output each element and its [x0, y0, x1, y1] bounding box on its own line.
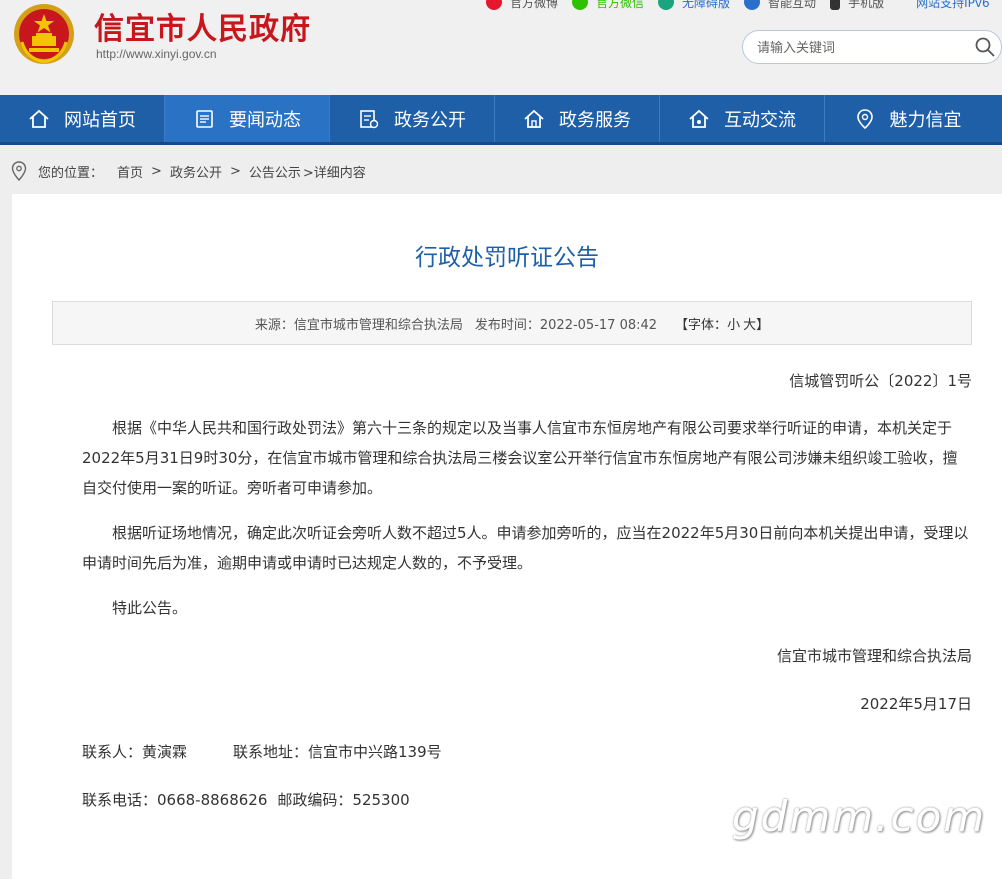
- article-title: 行政处罚听证公告: [415, 245, 599, 271]
- weibo-icon: [486, 0, 502, 10]
- nav-item-gov-service[interactable]: 政务服务: [495, 95, 660, 142]
- location-icon: [856, 108, 873, 129]
- ipv6-badge: 网站支持IPv6: [916, 0, 990, 10]
- site-header: 信宜市人民政府 http://www.xinyi.gov.cn 官方微博 官方微…: [0, 0, 1002, 95]
- font-large-button[interactable]: 大: [743, 318, 756, 333]
- article-container: 行政处罚听证公告 来源：信宜市城市管理和综合执法局 发布时间：2022-05-1…: [12, 194, 1002, 879]
- home-icon: [29, 109, 49, 128]
- paragraph: 根据《中华人民共和国行政处罚法》第六十三条的规定以及当事人信宜市东恒房地产有限公…: [82, 419, 958, 497]
- signature: 信宜市城市管理和综合执法局: [776, 647, 972, 665]
- postal-code: 邮政编码：525300: [277, 791, 410, 809]
- top-link-accessibility[interactable]: 无障碍版: [658, 0, 730, 10]
- national-emblem-icon: [14, 4, 74, 64]
- contact-address: 联系地址：信宜市中兴路139号: [233, 743, 442, 761]
- nav-item-gov-affairs[interactable]: 政务公开: [330, 95, 495, 142]
- search-box: [742, 30, 1002, 64]
- top-link-weibo[interactable]: 官方微博: [486, 0, 558, 10]
- nav-item-home[interactable]: 网站首页: [0, 95, 165, 142]
- search-input[interactable]: [757, 38, 957, 58]
- contact-person: 联系人：黄演霖: [82, 743, 188, 761]
- breadcrumb-separator: >: [151, 163, 162, 179]
- document-icon: [360, 109, 379, 128]
- service-icon: [524, 109, 544, 128]
- top-links: 官方微博 官方微信 无障碍版 智能互动 手机版 网站支持IPv6: [486, 0, 1002, 10]
- breadcrumb: 您的位置： 首页 > 政务公开 > 公告公示 >详细内容: [0, 155, 374, 187]
- nav-item-charm[interactable]: 魅力信宜: [825, 95, 990, 142]
- top-link-robot[interactable]: 智能互动: [744, 0, 816, 10]
- interaction-icon: [689, 109, 709, 128]
- breadcrumb-separator: >: [229, 163, 241, 179]
- wechat-icon: [572, 0, 589, 10]
- article-source: 来源：信宜市城市管理和综合执法局: [254, 317, 463, 333]
- breadcrumb-prefix: 您的位置：: [38, 165, 104, 181]
- paragraph: 根据听证场地情况，确定此次听证会旁听人数不超过5人。申请参加旁听的，应当在202…: [82, 524, 969, 572]
- breadcrumb-notices[interactable]: 公告公示: [249, 162, 301, 181]
- site-url: http://www.xinyi.gov.cn: [96, 47, 217, 61]
- top-link-wechat[interactable]: 官方微信: [572, 0, 644, 10]
- main-nav: 网站首页 要闻动态 政务公开 政务服务 互动交流 魅力信宜: [0, 95, 1002, 145]
- search-icon[interactable]: [974, 36, 996, 58]
- watermark: gdmm.com: [732, 792, 987, 841]
- news-icon: [196, 109, 213, 128]
- site-title: 信宜市人民政府: [94, 12, 311, 47]
- accessibility-icon: [658, 0, 675, 10]
- nav-item-news[interactable]: 要闻动态: [165, 95, 330, 142]
- doc-number: 信城管罚听公〔2022〕1号: [789, 372, 972, 390]
- robot-icon: [744, 0, 761, 10]
- breadcrumb-home[interactable]: 首页: [117, 162, 143, 181]
- mobile-icon: [830, 0, 841, 10]
- notice-date: 2022年5月17日: [860, 695, 972, 713]
- font-small-button[interactable]: 小: [727, 318, 740, 333]
- breadcrumb-current: >详细内容: [302, 165, 366, 181]
- location-pin-icon: [11, 161, 27, 181]
- font-size-control: 【字体：小 大】: [675, 317, 770, 333]
- article-publish-time: 发布时间：2022-05-17 08:42: [474, 317, 658, 333]
- paragraph: 特此公告。: [112, 599, 188, 617]
- breadcrumb-gov-affairs[interactable]: 政务公开: [170, 162, 222, 181]
- contact-row: 联系人：黄演霖 联系地址：信宜市中兴路139号: [82, 737, 972, 767]
- nav-item-interaction[interactable]: 互动交流: [660, 95, 825, 142]
- article-meta: 来源：信宜市城市管理和综合执法局 发布时间：2022-05-17 08:42 【…: [52, 301, 972, 345]
- contact-phone: 联系电话：0668-8868626: [82, 791, 268, 809]
- top-link-mobile[interactable]: 手机版: [830, 0, 884, 10]
